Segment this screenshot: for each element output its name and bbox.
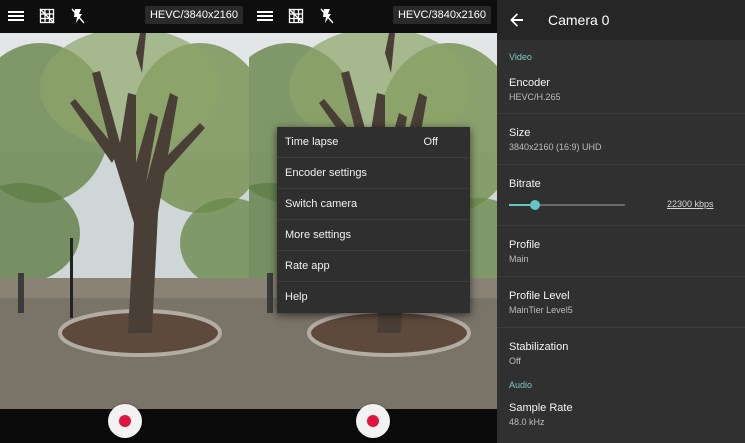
setting-value: 3840x2160 (16:9) UHD <box>509 142 602 152</box>
menu-item-label: Rate app <box>285 260 330 272</box>
setting-value: Main <box>509 254 529 264</box>
top-toolbar: HEVC/3840x2160 <box>249 0 497 33</box>
record-button[interactable] <box>107 404 142 438</box>
setting-profile[interactable]: Profile Main <box>497 226 745 277</box>
menu-item-help[interactable]: Help <box>277 282 470 313</box>
menu-icon[interactable] <box>6 7 26 25</box>
menu-item-time-lapse[interactable]: Time lapse Off <box>277 127 470 158</box>
flash-off-icon[interactable] <box>68 7 88 25</box>
bitrate-slider[interactable]: 22300 kbps <box>509 196 745 220</box>
resolution-badge[interactable]: HEVC/3840x2160 <box>144 6 243 24</box>
flash-off-icon[interactable] <box>317 7 337 25</box>
settings-header: Camera 0 <box>497 0 745 40</box>
category-audio: Audio <box>509 380 533 390</box>
time-lapse-value: Off <box>423 136 438 148</box>
setting-profile-level[interactable]: Profile Level MainTier Level5 <box>497 277 745 328</box>
menu-item-label: Encoder settings <box>285 167 367 179</box>
category-video: Video <box>509 52 532 62</box>
setting-value: Off <box>509 356 521 366</box>
menu-item-label: Time lapse <box>285 136 339 148</box>
menu-item-label: More settings <box>285 229 352 241</box>
setting-value: HEVC/H.265 <box>509 92 561 102</box>
menu-item-label: Switch camera <box>285 198 358 210</box>
record-dot-icon <box>118 415 131 427</box>
camera-preview-left: HEVC/3840x2160 <box>0 0 249 443</box>
record-button[interactable] <box>356 404 390 438</box>
setting-encoder[interactable]: Encoder HEVC/H.265 <box>497 64 745 114</box>
setting-title: Bitrate <box>509 178 541 190</box>
setting-title: Size <box>509 127 531 139</box>
menu-item-label: Help <box>285 291 308 303</box>
scene-image <box>0 33 249 409</box>
menu-item-encoder-settings[interactable]: Encoder settings <box>277 158 470 189</box>
menu-icon[interactable] <box>255 7 275 25</box>
menu-item-more-settings[interactable]: More settings <box>277 220 470 251</box>
setting-title: Stabilization <box>509 341 569 353</box>
setting-title: Profile Level <box>509 290 570 302</box>
setting-sample-rate[interactable]: Sample Rate 48.0 kHz <box>497 394 745 439</box>
bitrate-value[interactable]: 22300 kbps <box>667 199 714 209</box>
top-toolbar: HEVC/3840x2160 <box>0 0 249 33</box>
camera-viewfinder[interactable] <box>0 33 249 409</box>
back-arrow-icon[interactable] <box>509 12 525 28</box>
grid-off-icon[interactable] <box>286 7 306 25</box>
setting-size[interactable]: Size 3840x2160 (16:9) UHD <box>497 114 745 165</box>
setting-value: 48.0 kHz <box>509 417 545 427</box>
setting-bitrate[interactable]: Bitrate 22300 kbps <box>497 165 745 226</box>
settings-screen: Camera 0 Video Encoder HEVC/H.265 Size 3… <box>497 0 745 443</box>
page-title: Camera 0 <box>548 12 610 28</box>
resolution-badge[interactable]: HEVC/3840x2160 <box>392 6 491 24</box>
setting-title: Profile <box>509 239 541 251</box>
setting-value: MainTier Level5 <box>509 305 573 315</box>
setting-title: Sample Rate <box>509 402 573 414</box>
grid-off-icon[interactable] <box>37 7 57 25</box>
setting-title: Encoder <box>509 77 550 89</box>
setting-stabilization[interactable]: Stabilization Off <box>497 328 745 374</box>
slider-thumb[interactable] <box>530 200 540 210</box>
record-dot-icon <box>367 415 379 427</box>
camera-preview-menu: HEVC/3840x2160 Time lapse Off Encoder se… <box>249 0 497 443</box>
menu-item-rate-app[interactable]: Rate app <box>277 251 470 282</box>
overflow-menu: Time lapse Off Encoder settings Switch c… <box>277 127 470 313</box>
menu-item-switch-camera[interactable]: Switch camera <box>277 189 470 220</box>
settings-list: Video Encoder HEVC/H.265 Size 3840x2160 … <box>497 40 745 439</box>
